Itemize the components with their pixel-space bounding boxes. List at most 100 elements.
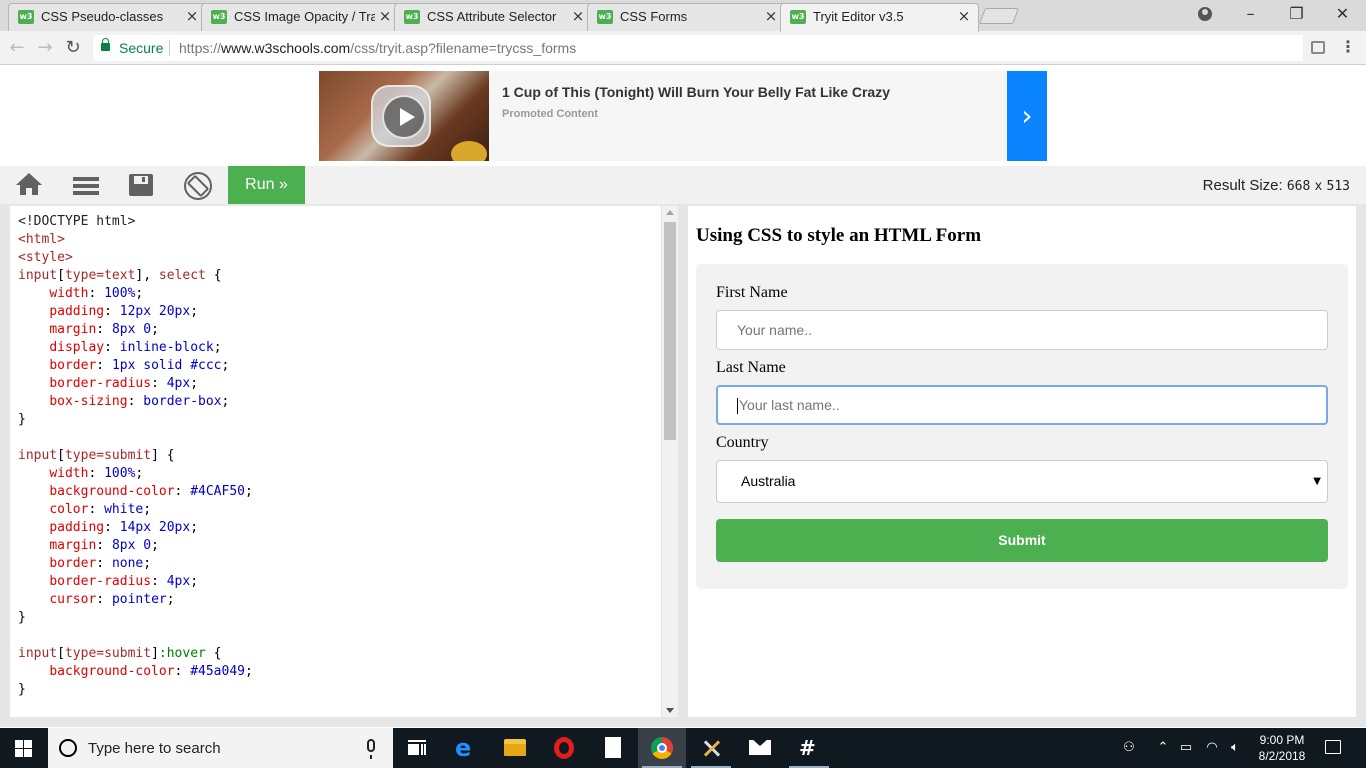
code-editor[interactable]: <!DOCTYPE html> <html> <style> input[type=t… — [10, 206, 678, 717]
save-icon[interactable] — [129, 172, 157, 198]
new-tab-button[interactable] — [979, 8, 1019, 24]
scroll-up-icon[interactable] — [666, 210, 674, 215]
ad-subtitle: Promoted Content — [502, 108, 598, 120]
taskbar-chrome[interactable] — [638, 728, 686, 768]
people-icon[interactable]: ⚇ — [1118, 728, 1140, 768]
tab-title: CSS Attribute Selector — [427, 9, 557, 24]
last-name-input[interactable]: Your last name.. — [716, 385, 1328, 425]
first-name-input[interactable]: Your name.. — [716, 310, 1328, 350]
code-line: } — [18, 411, 253, 429]
close-icon[interactable]: × — [956, 8, 972, 24]
microphone-icon[interactable] — [367, 739, 375, 759]
taskbar-mail[interactable] — [736, 728, 784, 768]
address-bar[interactable]: Secure https://www.w3schools.com/css/try… — [93, 35, 1303, 61]
code-scrollbar[interactable] — [661, 206, 678, 717]
extension-icon[interactable] — [1311, 41, 1325, 54]
ad-title[interactable]: 1 Cup of This (Tonight) Will Burn Your B… — [502, 83, 890, 101]
result-panel: Using CSS to style an HTML Form First Na… — [688, 206, 1356, 717]
code-line: border-radius: 4px; — [18, 573, 253, 591]
result-size-label: Result Size: — [1202, 177, 1283, 194]
taskbar-notepad[interactable] — [589, 728, 637, 768]
close-icon[interactable]: × — [184, 8, 200, 24]
close-icon[interactable]: × — [763, 8, 779, 24]
code-line: background-color: #4CAF50; — [18, 483, 253, 501]
tab-css-forms[interactable]: w3 CSS Forms × — [587, 3, 786, 31]
code-token: input — [18, 646, 58, 661]
account-icon[interactable] — [1198, 7, 1212, 21]
opera-icon — [554, 737, 574, 759]
system-clock[interactable]: 9:00 PM 8/2/2018 — [1250, 732, 1314, 764]
rotate-layout-icon[interactable] — [184, 172, 212, 200]
forward-arrow-icon[interactable]: → — [34, 37, 56, 59]
tab-css-attribute-selector[interactable]: w3 CSS Attribute Selector × — [394, 3, 593, 31]
chrome-icon — [651, 737, 673, 759]
code-token: 14px 20px — [119, 520, 191, 535]
taskbar-opera[interactable] — [540, 728, 588, 768]
task-view-button[interactable] — [393, 728, 441, 768]
code-token: : — [96, 592, 112, 607]
submit-button[interactable]: Submit — [716, 519, 1328, 562]
result-size: Result Size: 668 x 513 — [1203, 177, 1350, 196]
code-token: type=submit — [64, 646, 152, 661]
w3schools-favicon: w3 — [790, 10, 806, 24]
code-token: ; — [245, 484, 253, 499]
ad-thumbnail[interactable] — [319, 71, 489, 161]
home-icon[interactable] — [15, 172, 43, 198]
country-select[interactable]: Australia ▼ — [716, 460, 1328, 503]
code-token: : — [174, 664, 191, 679]
taskbar-slack[interactable]: # — [785, 728, 833, 768]
mail-icon — [749, 738, 771, 755]
wifi-icon[interactable]: ◠ — [1202, 728, 1222, 768]
code-token: : — [88, 466, 105, 481]
menu-icon[interactable] — [73, 172, 101, 198]
code-line: margin: 8px 0; — [18, 537, 253, 555]
code-token: 8px 0 — [111, 538, 152, 553]
tryit-toolbar: Run » Result Size: 668 x 513 — [0, 166, 1366, 204]
advertisement[interactable]: 1 Cup of This (Tonight) Will Burn Your B… — [319, 71, 1047, 161]
code-token: ; — [166, 592, 175, 607]
taskbar-file-explorer[interactable] — [491, 728, 539, 768]
tab-title: CSS Forms — [620, 9, 688, 24]
tab-css-pseudo-classes[interactable]: w3 CSS Pseudo-classes × — [8, 3, 207, 31]
code-line: padding: 12px 20px; — [18, 303, 253, 321]
run-button[interactable]: Run » — [228, 166, 305, 204]
url-scheme: https:// — [179, 40, 222, 56]
minimize-button[interactable]: – — [1228, 2, 1273, 26]
tab-tryit-editor[interactable]: w3 Tryit Editor v3.5 × — [780, 3, 979, 32]
notifications-icon[interactable] — [1325, 740, 1341, 754]
close-icon[interactable]: × — [377, 8, 393, 24]
code-text[interactable]: <!DOCTYPE html> <html> <style> input[type=t… — [18, 213, 253, 699]
code-token: : — [127, 394, 144, 409]
ad-arrow-button[interactable]: › — [1007, 71, 1047, 161]
reload-icon[interactable]: ↻ — [62, 37, 84, 59]
code-token: { — [205, 268, 222, 283]
battery-icon[interactable]: ▭ — [1176, 728, 1196, 768]
windows-start-icon[interactable] — [15, 740, 32, 757]
url-text[interactable]: https://www.w3schools.com/css/tryit.asp?… — [179, 40, 576, 56]
taskbar-edge[interactable]: e — [443, 728, 491, 768]
close-window-button[interactable]: ✕ — [1320, 2, 1365, 26]
play-icon[interactable] — [382, 95, 426, 139]
code-token: inline-block — [119, 340, 214, 355]
code-token: <!DOCTYPE html> — [18, 214, 136, 229]
close-icon[interactable]: × — [570, 8, 586, 24]
taskbar-tools[interactable] — [687, 728, 735, 768]
back-arrow-icon[interactable]: ← — [6, 37, 28, 59]
code-token: [ — [57, 646, 65, 661]
scroll-down-icon[interactable] — [666, 708, 674, 713]
volume-icon[interactable]: 🔈︎ — [1224, 728, 1246, 768]
scrollbar-thumb[interactable] — [664, 222, 676, 440]
chevron-up-icon[interactable]: ⌃ — [1154, 728, 1172, 768]
tab-css-image-opacity[interactable]: w3 CSS Image Opacity / Tran × — [201, 3, 400, 31]
menu-dots-icon[interactable]: ⋮ — [1340, 37, 1356, 57]
code-token: ], — [135, 268, 159, 283]
taskbar-search-box[interactable]: Type here to search — [48, 728, 393, 768]
code-token: : — [96, 358, 112, 373]
restore-button[interactable]: ❐ — [1274, 2, 1319, 26]
